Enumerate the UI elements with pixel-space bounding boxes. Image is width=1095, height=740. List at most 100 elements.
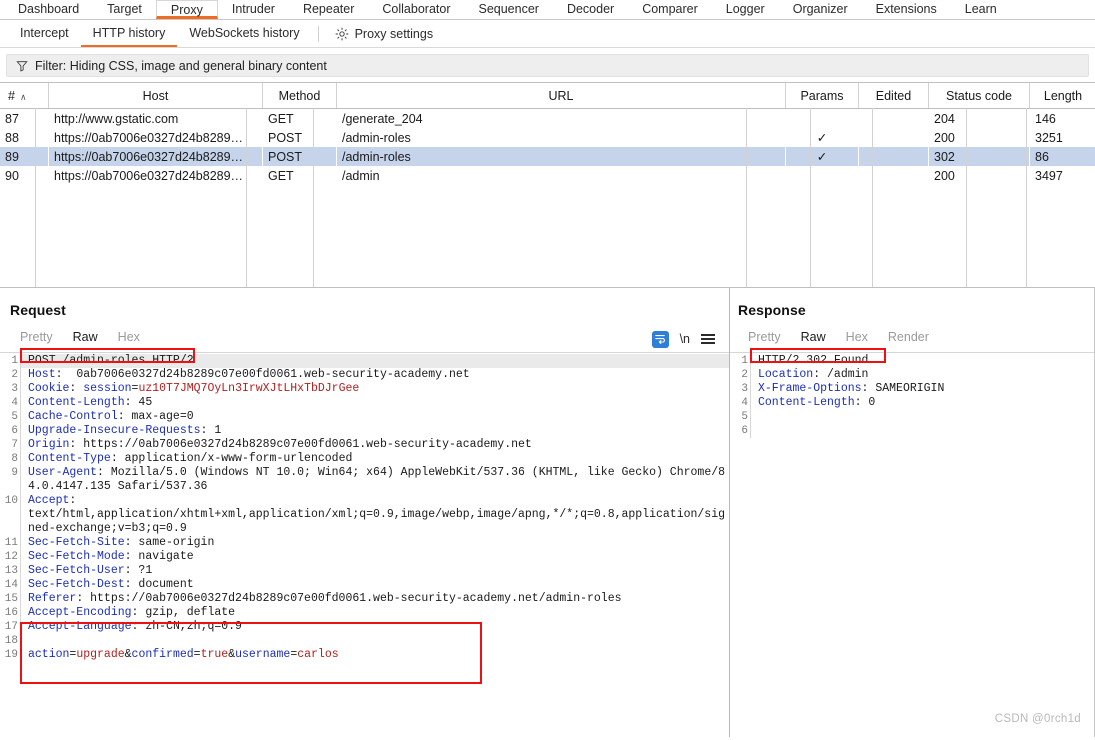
request-tab-hex[interactable]: Hex — [108, 328, 150, 350]
main-tab-comparer[interactable]: Comparer — [628, 0, 712, 19]
http-history-table[interactable]: #∧HostMethodURLParamsEditedStatus codeLe… — [0, 83, 1095, 185]
code-token: : navigate — [125, 550, 194, 563]
http-history-table-wrapper[interactable]: #∧HostMethodURLParamsEditedStatus codeLe… — [0, 82, 1095, 288]
code-line: 18 — [0, 634, 729, 648]
code-token: Cache-Control — [28, 410, 118, 423]
code-token: & — [125, 648, 132, 661]
word-wrap-icon[interactable] — [652, 331, 669, 348]
code-token: : max-age=0 — [118, 410, 194, 423]
table-header-row[interactable]: #∧HostMethodURLParamsEditedStatus codeLe… — [0, 83, 1095, 109]
code-line: 4Content-Length: 0 — [730, 396, 1095, 410]
response-tab-raw[interactable]: Raw — [791, 328, 836, 350]
code-token: = — [194, 648, 201, 661]
line-number: 2 — [730, 368, 751, 382]
main-tab-decoder[interactable]: Decoder — [553, 0, 628, 19]
request-raw-editor[interactable]: 1POST /admin-roles HTTP/22Host: 0ab7006e… — [0, 353, 729, 662]
cell-length: 3251 — [1030, 128, 1095, 147]
response-tab-render[interactable]: Render — [878, 328, 939, 350]
proxy-sub-tab-bar: InterceptHTTP historyWebSockets history … — [0, 20, 1095, 48]
response-tab-hex[interactable]: Hex — [836, 328, 878, 350]
code-line: 14Sec-Fetch-Dest: document — [0, 578, 729, 592]
line-text: Content-Type: application/x-www-form-url… — [21, 452, 729, 466]
line-number: 4 — [0, 396, 21, 410]
code-line: 6 — [730, 424, 1095, 438]
code-token: Sec-Fetch-Mode — [28, 550, 125, 563]
code-token: : /admin — [813, 368, 868, 381]
column-header-url[interactable]: URL — [337, 83, 786, 109]
main-tab-extensions[interactable]: Extensions — [862, 0, 951, 19]
main-tab-intruder[interactable]: Intruder — [218, 0, 289, 19]
response-raw-editor[interactable]: 1HTTP/2 302 Found2Location: /admin3X-Fra… — [730, 353, 1095, 438]
main-tab-collaborator[interactable]: Collaborator — [368, 0, 464, 19]
cell-edited — [859, 166, 929, 185]
code-line: 17Accept-Language: zh-CN,zh;q=0.9 — [0, 620, 729, 634]
main-tab-logger[interactable]: Logger — [712, 0, 779, 19]
code-token: : 0 — [855, 396, 876, 409]
table-row[interactable]: 89https://0ab7006e0327d24b8289…POST/admi… — [0, 147, 1095, 166]
cell-params — [786, 166, 859, 185]
line-number: 11 — [0, 536, 21, 550]
code-token: action — [28, 648, 69, 661]
filter-bar[interactable]: Filter: Hiding CSS, image and general bi… — [6, 54, 1089, 77]
line-text: Origin: https://0ab7006e0327d24b8289c07e… — [21, 438, 729, 452]
sub-tab-http-history[interactable]: HTTP history — [81, 21, 178, 47]
line-number: 18 — [0, 634, 21, 648]
cell-params: ✓ — [786, 147, 859, 166]
cell-num: 89 — [0, 147, 49, 166]
table-row[interactable]: 90https://0ab7006e0327d24b8289…GET/admin… — [0, 166, 1095, 185]
request-tab-pretty[interactable]: Pretty — [10, 328, 63, 350]
line-text: X-Frame-Options: SAMEORIGIN — [751, 382, 1095, 396]
column-header-length[interactable]: Length — [1030, 83, 1095, 109]
main-tab-repeater[interactable]: Repeater — [289, 0, 368, 19]
main-tab-proxy[interactable]: Proxy — [156, 0, 218, 19]
line-number: 13 — [0, 564, 21, 578]
column-header-label: # — [8, 89, 15, 103]
filter-region: Filter: Hiding CSS, image and general bi… — [0, 48, 1095, 82]
column-header-params[interactable]: Params — [786, 83, 859, 109]
column-header-method[interactable]: Method — [263, 83, 337, 109]
code-token: : text/html,application/xhtml+xml,applic… — [28, 494, 725, 535]
main-tab-target[interactable]: Target — [93, 0, 156, 19]
table-row[interactable]: 87http://www.gstatic.comGET/generate_204… — [0, 109, 1095, 129]
main-tab-learn[interactable]: Learn — [951, 0, 1011, 19]
response-tab-pretty[interactable]: Pretty — [738, 328, 791, 350]
code-line: 10Accept: text/html,application/xhtml+xm… — [0, 494, 729, 536]
table-row[interactable]: 88https://0ab7006e0327d24b8289…POST/admi… — [0, 128, 1095, 147]
line-number: 5 — [0, 410, 21, 424]
sub-tab-websockets-history[interactable]: WebSockets history — [177, 21, 311, 47]
code-token: Sec-Fetch-Dest — [28, 578, 125, 591]
code-token: Upgrade-Insecure-Requests — [28, 424, 201, 437]
code-token: : SAMEORIGIN — [862, 382, 945, 395]
line-text — [751, 410, 1095, 424]
cell-status: 200 — [929, 128, 1030, 147]
response-editor-tabs: PrettyRawHexRender — [730, 318, 1095, 352]
code-token: username — [235, 648, 290, 661]
column-header-status[interactable]: Status code — [929, 83, 1030, 109]
sub-tab-intercept[interactable]: Intercept — [8, 21, 81, 47]
code-token: Content-Type — [28, 452, 111, 465]
column-header-edited[interactable]: Edited — [859, 83, 929, 109]
main-tab-organizer[interactable]: Organizer — [779, 0, 862, 19]
newline-icon[interactable]: \n — [680, 332, 690, 346]
code-token: Cookie — [28, 382, 69, 395]
menu-icon[interactable] — [701, 334, 715, 344]
cell-method: GET — [263, 109, 337, 129]
cell-num: 90 — [0, 166, 49, 185]
gear-icon — [335, 27, 349, 41]
code-line: 11Sec-Fetch-Site: same-origin — [0, 536, 729, 550]
gutter-divider — [20, 353, 21, 662]
column-divider — [966, 108, 967, 287]
cell-edited — [859, 128, 929, 147]
proxy-settings-button[interactable]: Proxy settings — [329, 27, 440, 41]
column-header-host[interactable]: Host — [49, 83, 263, 109]
main-tab-sequencer[interactable]: Sequencer — [464, 0, 552, 19]
code-token: : 0ab7006e0327d24b8289c07e00fd0061.web-s… — [56, 368, 470, 381]
code-line: 6Upgrade-Insecure-Requests: 1 — [0, 424, 729, 438]
cell-length: 146 — [1030, 109, 1095, 129]
column-header-num[interactable]: #∧ — [0, 83, 49, 109]
request-tab-raw[interactable]: Raw — [63, 328, 108, 350]
line-text: Host: 0ab7006e0327d24b8289c07e00fd0061.w… — [21, 368, 729, 382]
line-text: Cookie: session=uz10T7JMQ7OyLn3IrwXJtLHx… — [21, 382, 729, 396]
main-tab-dashboard[interactable]: Dashboard — [4, 0, 93, 19]
toolbar-divider — [318, 26, 319, 42]
